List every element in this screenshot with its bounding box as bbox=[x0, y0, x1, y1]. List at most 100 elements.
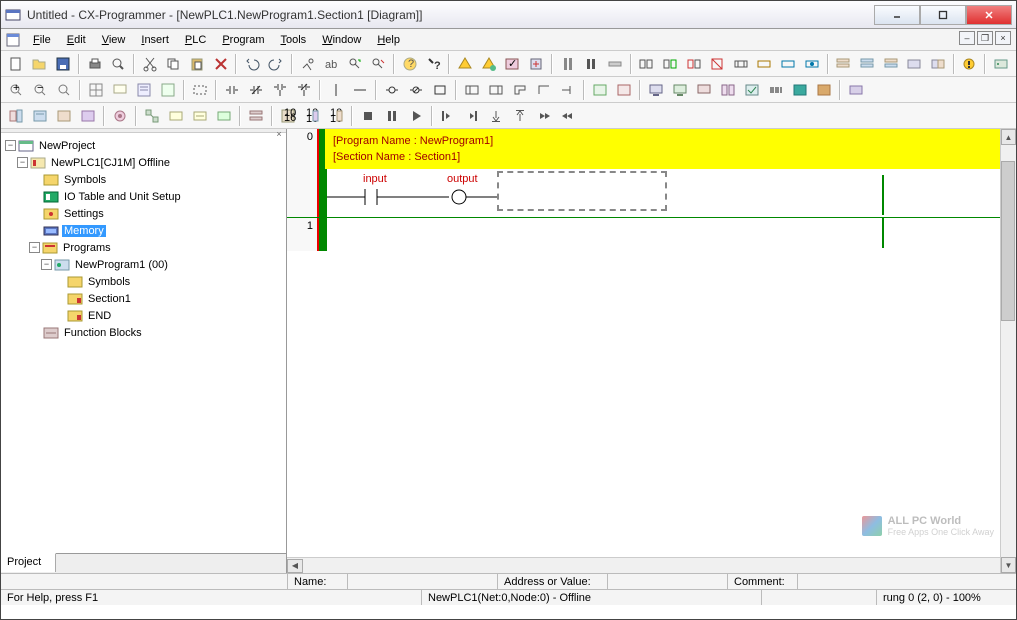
ladder-rungs[interactable]: 0 [Program Name : NewProgram1] [Section … bbox=[287, 129, 1016, 557]
menu-file[interactable]: File bbox=[25, 32, 59, 48]
scroll-down-icon[interactable]: ▼ bbox=[1001, 557, 1016, 573]
rung-0[interactable]: 0 [Program Name : NewProgram1] [Section … bbox=[287, 129, 1016, 218]
io-comment-button-2[interactable] bbox=[189, 105, 211, 127]
save-button[interactable] bbox=[52, 53, 74, 75]
menu-plc[interactable]: PLC bbox=[177, 32, 214, 48]
tree-settings[interactable]: Settings bbox=[5, 205, 282, 222]
open-button[interactable] bbox=[29, 53, 51, 75]
verify-button[interactable]: ✓ bbox=[502, 53, 524, 75]
rung-button-d[interactable] bbox=[903, 53, 925, 75]
find-button[interactable] bbox=[297, 53, 319, 75]
tree-end[interactable]: END bbox=[5, 307, 282, 324]
rung-1[interactable]: 1 bbox=[287, 218, 1016, 251]
element-button-h[interactable] bbox=[801, 53, 823, 75]
new-coil-button[interactable] bbox=[381, 79, 403, 101]
monitor-button-b[interactable] bbox=[669, 79, 691, 101]
show-program-button[interactable] bbox=[133, 79, 155, 101]
monitor-button-e[interactable] bbox=[741, 79, 763, 101]
instruction-type-c[interactable] bbox=[509, 79, 531, 101]
monitor-button-d[interactable] bbox=[717, 79, 739, 101]
cut-button[interactable] bbox=[139, 53, 161, 75]
break-button[interactable] bbox=[557, 105, 579, 127]
ladder-view-button-2[interactable]: 1016 bbox=[325, 105, 347, 127]
print-preview-button[interactable] bbox=[107, 53, 129, 75]
sim-stop-button[interactable] bbox=[357, 105, 379, 127]
address-field-value[interactable] bbox=[607, 574, 727, 589]
monitor-button-h[interactable] bbox=[813, 79, 835, 101]
step-over-button[interactable] bbox=[461, 105, 483, 127]
new-contact-button[interactable] bbox=[221, 79, 243, 101]
element-button-c[interactable] bbox=[683, 53, 705, 75]
show-comments-button[interactable] bbox=[109, 79, 131, 101]
vertical-scrollbar[interactable]: ▲ ▼ bbox=[1000, 129, 1016, 573]
maximize-button[interactable] bbox=[920, 5, 966, 25]
element-button-a[interactable] bbox=[636, 53, 658, 75]
project-tree[interactable]: − NewProject − NewPLC1[CJ1M] Offline Sym… bbox=[1, 133, 286, 553]
new-vertical-button[interactable] bbox=[325, 79, 347, 101]
sim-play-button[interactable] bbox=[405, 105, 427, 127]
tree-plc[interactable]: − NewPLC1[CJ1M] Offline bbox=[5, 154, 282, 171]
monitor-button-a[interactable] bbox=[645, 79, 667, 101]
replace-button[interactable]: ab bbox=[320, 53, 342, 75]
instruction-type-e[interactable] bbox=[557, 79, 579, 101]
mdi-restore-button[interactable]: ❐ bbox=[977, 31, 993, 45]
step-out-button[interactable] bbox=[485, 105, 507, 127]
print-button[interactable] bbox=[84, 53, 106, 75]
menu-tools[interactable]: Tools bbox=[273, 32, 315, 48]
ladder-view-button-1[interactable]: 1016 bbox=[301, 105, 323, 127]
tree-memory[interactable]: Memory bbox=[5, 222, 282, 239]
tree-program1[interactable]: − NewProgram1 (00) bbox=[5, 256, 282, 273]
new-button[interactable] bbox=[5, 53, 27, 75]
delete-button[interactable] bbox=[210, 53, 232, 75]
find-prev-button[interactable] bbox=[368, 53, 390, 75]
view-address-button[interactable] bbox=[77, 105, 99, 127]
run-to-cursor-button[interactable] bbox=[533, 105, 555, 127]
selection-mode-button[interactable] bbox=[189, 79, 211, 101]
copy-button[interactable] bbox=[163, 53, 185, 75]
collapse-icon[interactable]: − bbox=[41, 259, 52, 270]
instruction-type-a[interactable] bbox=[461, 79, 483, 101]
tree-root[interactable]: − NewProject bbox=[5, 137, 282, 154]
mnemonic-view-button[interactable]: 1016 bbox=[277, 105, 299, 127]
minimize-button[interactable] bbox=[874, 5, 920, 25]
element-button-b[interactable] bbox=[659, 53, 681, 75]
menu-help[interactable]: Help bbox=[369, 32, 408, 48]
view-output-button[interactable] bbox=[29, 105, 51, 127]
comment-field-value[interactable] bbox=[797, 574, 1016, 589]
fb-parameter-button[interactable] bbox=[613, 79, 635, 101]
zoom-out-button[interactable]: − bbox=[29, 79, 51, 101]
step-in-button[interactable] bbox=[437, 105, 459, 127]
tree-section1[interactable]: Section1 bbox=[5, 290, 282, 307]
collapse-icon[interactable]: − bbox=[17, 157, 28, 168]
tree-function-blocks[interactable]: Function Blocks bbox=[5, 324, 282, 341]
ladder-row-0[interactable]: input output bbox=[325, 169, 1016, 217]
work-online-button[interactable] bbox=[557, 53, 579, 75]
menu-program[interactable]: Program bbox=[214, 32, 272, 48]
redo-button[interactable] bbox=[265, 53, 287, 75]
io-comment-button[interactable] bbox=[165, 105, 187, 127]
tree-io-table[interactable]: IO Table and Unit Setup bbox=[5, 188, 282, 205]
show-rung-button[interactable] bbox=[157, 79, 179, 101]
pause-button[interactable] bbox=[580, 53, 602, 75]
mdi-minimize-button[interactable]: – bbox=[959, 31, 975, 45]
rung-button-c[interactable] bbox=[880, 53, 902, 75]
context-help-button[interactable]: ? bbox=[423, 53, 445, 75]
panel-close-icon[interactable]: × bbox=[272, 129, 286, 132]
scroll-up-icon[interactable]: ▲ bbox=[1001, 129, 1016, 145]
close-button[interactable] bbox=[966, 5, 1012, 25]
selection-box[interactable] bbox=[497, 171, 667, 211]
tree-programs[interactable]: − Programs bbox=[5, 239, 282, 256]
name-field-value[interactable] bbox=[347, 574, 497, 589]
toggle-1-button[interactable] bbox=[604, 53, 626, 75]
properties-button[interactable] bbox=[109, 105, 131, 127]
rung-button-b[interactable] bbox=[856, 53, 878, 75]
tool-plc-button[interactable] bbox=[990, 53, 1012, 75]
help-button[interactable]: ? bbox=[399, 53, 421, 75]
cross-ref-button[interactable] bbox=[141, 105, 163, 127]
element-button-d[interactable] bbox=[706, 53, 728, 75]
rung-button-a[interactable] bbox=[833, 53, 855, 75]
menu-edit[interactable]: Edit bbox=[59, 32, 94, 48]
section-button[interactable] bbox=[245, 105, 267, 127]
new-instruction-button[interactable] bbox=[429, 79, 451, 101]
undo-button[interactable] bbox=[241, 53, 263, 75]
